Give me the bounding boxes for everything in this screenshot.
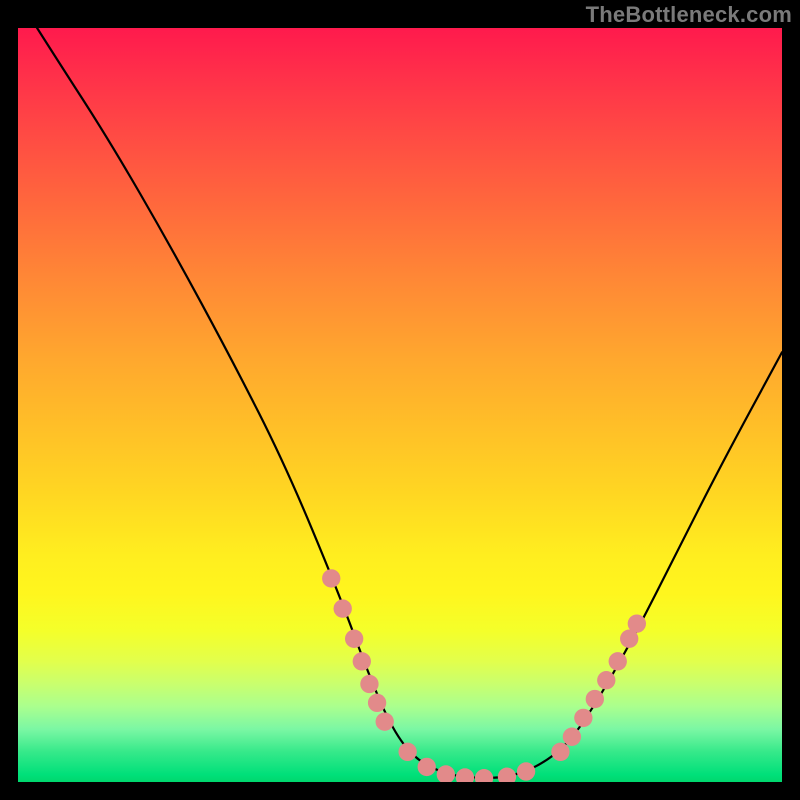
curve-marker	[628, 614, 646, 632]
marker-group	[322, 569, 646, 782]
curve-marker	[517, 762, 535, 780]
curve-marker	[376, 712, 394, 730]
curve-marker	[345, 630, 363, 648]
curve-marker	[334, 599, 352, 617]
chart-frame: TheBottleneck.com	[0, 0, 800, 800]
curve-marker	[563, 728, 581, 746]
curve-marker	[437, 765, 455, 782]
curve-marker	[353, 652, 371, 670]
curve-marker	[574, 709, 592, 727]
bottleneck-curve	[18, 28, 782, 778]
curve-marker	[360, 675, 378, 693]
curve-layer	[18, 28, 782, 782]
curve-marker	[586, 690, 604, 708]
curve-marker	[456, 768, 474, 782]
curve-marker	[418, 758, 436, 776]
curve-marker	[398, 743, 416, 761]
curve-marker	[597, 671, 615, 689]
curve-marker	[498, 768, 516, 782]
attribution-text: TheBottleneck.com	[586, 2, 792, 28]
curve-marker	[368, 694, 386, 712]
curve-marker	[475, 769, 493, 782]
curve-marker	[609, 652, 627, 670]
curve-marker	[322, 569, 340, 587]
curve-marker	[551, 743, 569, 761]
plot-area	[18, 28, 782, 782]
